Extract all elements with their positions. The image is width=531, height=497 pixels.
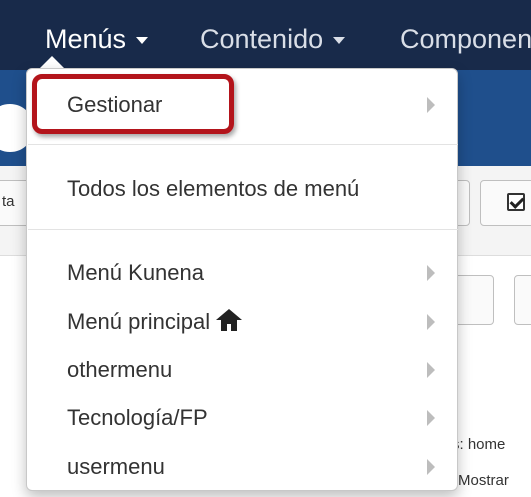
menu-item-othermenu[interactable]: othermenu [27,350,457,390]
dropdown-arrow [40,56,64,68]
highlight-annotation [32,74,234,134]
nav-menus[interactable]: Menús [45,20,149,58]
caret-down-icon [333,37,346,45]
chevron-right-icon [427,314,435,330]
menu-item-label: Menú principal [67,309,211,334]
caret-down-icon [136,37,149,45]
menu-divider [28,144,458,145]
background-footer-line-1: s: home [452,436,506,453]
nav-menus-label: Menús [45,24,127,54]
menu-item-todos-los-elementos[interactable]: Todos los elementos de menú [27,169,457,209]
menu-item-usermenu[interactable]: usermenu [27,447,457,487]
nav-contenido[interactable]: Contenido [200,20,346,58]
top-navbar: Menús Contenido Componen [0,0,531,70]
background-field[interactable] [514,275,531,325]
chevron-right-icon [427,459,435,475]
nav-componentes[interactable]: Componen [400,20,531,58]
menu-item-label: Menú Kunena [67,260,204,285]
chevron-right-icon [427,410,435,426]
home-icon [216,309,243,331]
menu-divider [28,229,458,230]
menu-item-label-wrapper: Menú principal [67,302,243,342]
chevron-right-icon [427,265,435,281]
chevron-right-icon [427,97,435,113]
nav-componentes-label: Componen [400,24,531,54]
background-toolbar-text: ta [2,193,15,210]
menu-item-label: usermenu [67,454,165,479]
background-footer-line-2: Mostrar [458,472,509,489]
menu-item-menu-principal[interactable]: Menú principal [27,302,457,342]
menu-item-label: Todos los elementos de menú [67,176,360,201]
menu-item-label: othermenu [67,357,173,382]
menu-item-label: Tecnología/FP [67,405,208,430]
menu-item-tecnologia-fp[interactable]: Tecnología/FP [27,398,457,438]
checkbox-icon [507,193,525,211]
menu-item-menu-kunena[interactable]: Menú Kunena [27,253,457,293]
nav-contenido-label: Contenido [200,24,324,54]
chevron-right-icon [427,362,435,378]
